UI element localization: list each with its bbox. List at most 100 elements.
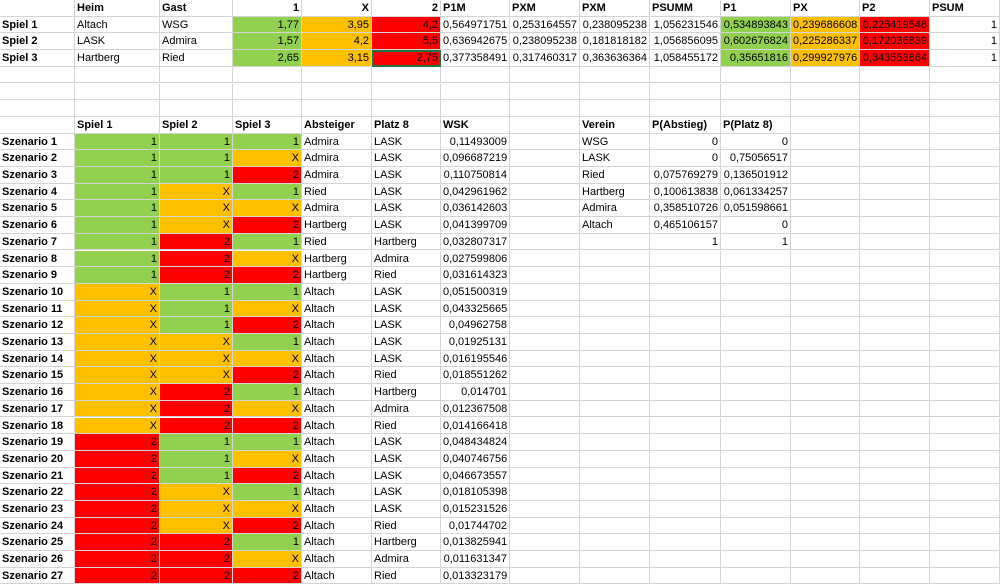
empty-cell[interactable] — [302, 83, 372, 101]
empty-cell[interactable] — [721, 250, 791, 268]
empty-cell[interactable] — [721, 350, 791, 368]
empty-cell[interactable] — [860, 100, 930, 117]
empty-cell[interactable] — [860, 66, 930, 84]
empty-cell[interactable] — [860, 317, 930, 334]
empty-cell[interactable] — [930, 283, 1000, 301]
cell-r3-c13[interactable]: 0,172036839 — [860, 33, 930, 51]
cell-r28-c6[interactable]: LASK — [372, 450, 441, 468]
empty-cell[interactable] — [791, 250, 860, 268]
cell-r28-c5[interactable]: Altach — [302, 450, 372, 468]
cell-r34-c4[interactable]: X — [233, 551, 302, 568]
empty-cell[interactable] — [650, 267, 721, 284]
empty-cell[interactable] — [930, 567, 1000, 585]
cell-r9-c4[interactable]: 1 — [233, 133, 302, 151]
cell-r17-c2[interactable]: 1 — [75, 267, 160, 284]
cell-r4-c8[interactable]: 0,317460317 — [510, 50, 580, 67]
cell-r19-c6[interactable]: LASK — [372, 300, 441, 318]
empty-cell[interactable] — [860, 116, 930, 134]
empty-cell[interactable] — [510, 283, 580, 301]
empty-cell[interactable] — [930, 450, 1000, 468]
cell-r32-c2[interactable]: 2 — [75, 517, 160, 535]
cell-r11-c8[interactable] — [510, 167, 580, 184]
cell-r4-c7[interactable]: 0,377358491 — [441, 50, 510, 67]
empty-cell[interactable] — [510, 450, 580, 468]
cell-r15-c2[interactable]: 1 — [75, 233, 160, 251]
empty-cell[interactable] — [930, 133, 1000, 151]
cell-r31-c4[interactable]: X — [233, 501, 302, 518]
empty-cell[interactable] — [791, 367, 860, 385]
empty-cell[interactable] — [650, 283, 721, 301]
cell-r14-c8[interactable] — [510, 217, 580, 234]
empty-cell[interactable] — [721, 467, 791, 485]
cell-r26-c4[interactable]: 2 — [233, 417, 302, 435]
cell-r35-c6[interactable]: Ried — [372, 567, 441, 585]
empty-cell[interactable] — [791, 150, 860, 167]
cell-r15-c8[interactable] — [510, 233, 580, 251]
empty-cell[interactable] — [791, 517, 860, 535]
empty-cell[interactable] — [650, 384, 721, 401]
cell-r29-c5[interactable]: Altach — [302, 467, 372, 485]
empty-cell[interactable] — [860, 534, 930, 552]
empty-cell[interactable] — [580, 100, 650, 117]
cell-r25-c6[interactable]: Admira — [372, 400, 441, 418]
empty-cell[interactable] — [75, 100, 160, 117]
empty-cell[interactable] — [721, 267, 791, 284]
empty-cell[interactable] — [791, 450, 860, 468]
cell-r29-c7[interactable]: 0,046673557 — [441, 467, 510, 485]
empty-cell[interactable] — [580, 450, 650, 468]
cell-r3-c1[interactable]: Spiel 2 — [0, 33, 75, 51]
cell-r8-c6[interactable]: Platz 8 — [372, 116, 441, 134]
cell-r1-c1[interactable] — [0, 0, 75, 17]
empty-cell[interactable] — [860, 83, 930, 101]
empty-cell[interactable] — [721, 417, 791, 435]
cell-r15-c10[interactable]: 1 — [650, 233, 721, 251]
empty-cell[interactable] — [860, 567, 930, 585]
cell-r1-c4[interactable]: 1 — [233, 0, 302, 17]
empty-cell[interactable] — [510, 350, 580, 368]
empty-cell[interactable] — [650, 417, 721, 435]
cell-r14-c5[interactable]: Hartberg — [302, 217, 372, 234]
cell-r20-c1[interactable]: Szenario 12 — [0, 317, 75, 334]
cell-r28-c7[interactable]: 0,040746756 — [441, 450, 510, 468]
cell-r15-c3[interactable]: 2 — [160, 233, 233, 251]
cell-r4-c6[interactable]: 2,75 — [372, 50, 441, 67]
cell-r2-c6[interactable]: 4,2 — [372, 16, 441, 34]
empty-cell[interactable] — [930, 300, 1000, 318]
cell-r31-c6[interactable]: LASK — [372, 501, 441, 518]
cell-r20-c7[interactable]: 0,04962758 — [441, 317, 510, 334]
empty-cell[interactable] — [510, 267, 580, 284]
empty-cell[interactable] — [860, 300, 930, 318]
cell-r13-c5[interactable]: Admira — [302, 200, 372, 218]
empty-cell[interactable] — [721, 317, 791, 334]
cell-r2-c12[interactable]: 0,239686608 — [791, 16, 860, 34]
cell-r22-c5[interactable]: Altach — [302, 350, 372, 368]
cell-r15-c5[interactable]: Ried — [302, 233, 372, 251]
empty-cell[interactable] — [510, 567, 580, 585]
cell-r4-c12[interactable]: 0,299927976 — [791, 50, 860, 67]
cell-r31-c1[interactable]: Szenario 23 — [0, 501, 75, 518]
cell-r31-c5[interactable]: Altach — [302, 501, 372, 518]
cell-r2-c8[interactable]: 0,253164557 — [510, 16, 580, 34]
cell-r10-c3[interactable]: 1 — [160, 150, 233, 167]
empty-cell[interactable] — [860, 283, 930, 301]
empty-cell[interactable] — [791, 133, 860, 151]
cell-r26-c5[interactable]: Altach — [302, 417, 372, 435]
empty-cell[interactable] — [580, 484, 650, 501]
empty-cell[interactable] — [930, 183, 1000, 201]
cell-r8-c3[interactable]: Spiel 2 — [160, 116, 233, 134]
cell-r4-c11[interactable]: 0,35651816 — [721, 50, 791, 67]
empty-cell[interactable] — [75, 66, 160, 84]
cell-r3-c9[interactable]: 0,181818182 — [580, 33, 650, 51]
cell-r3-c3[interactable]: Admira — [160, 33, 233, 51]
cell-r20-c3[interactable]: 1 — [160, 317, 233, 334]
cell-r23-c5[interactable]: Altach — [302, 367, 372, 385]
cell-r26-c1[interactable]: Szenario 18 — [0, 417, 75, 435]
empty-cell[interactable] — [302, 66, 372, 84]
cell-r29-c6[interactable]: LASK — [372, 467, 441, 485]
empty-cell[interactable] — [650, 334, 721, 351]
cell-r3-c10[interactable]: 1,056856095 — [650, 33, 721, 51]
cell-r35-c3[interactable]: 2 — [160, 567, 233, 585]
empty-cell[interactable] — [510, 300, 580, 318]
empty-cell[interactable] — [860, 367, 930, 385]
empty-cell[interactable] — [721, 484, 791, 501]
